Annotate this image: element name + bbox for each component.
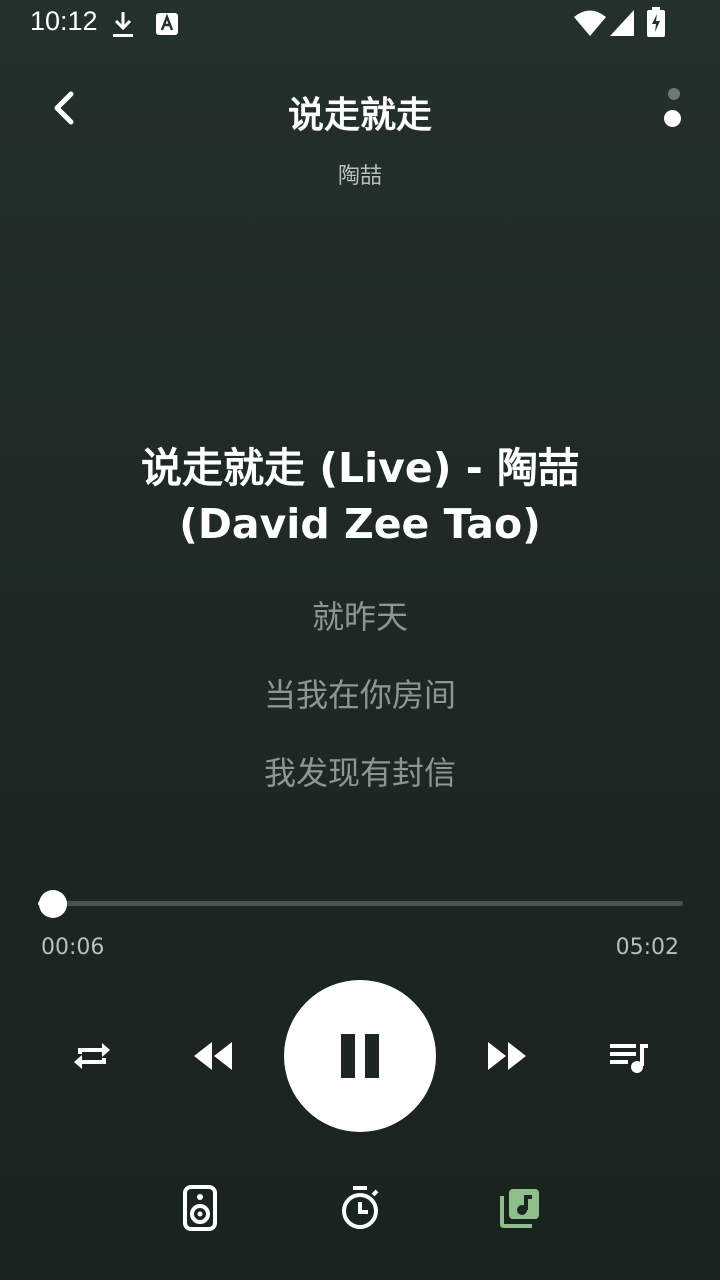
more-options-button[interactable]	[652, 82, 692, 138]
timer-icon	[342, 1186, 379, 1229]
progress-track[interactable]	[38, 901, 683, 906]
status-time: 10:12	[30, 6, 98, 36]
lyrics-title-line2: (David Zee Tao)	[179, 500, 541, 548]
battery-charging-icon	[647, 7, 665, 37]
pause-bar-left	[341, 1034, 355, 1078]
previous-button[interactable]	[192, 1040, 234, 1072]
more-dot	[664, 110, 681, 127]
total-time: 05:02	[615, 935, 679, 960]
pause-bar-right	[365, 1034, 379, 1078]
fast-forward-icon	[488, 1042, 526, 1070]
keyboard-a-icon	[156, 13, 178, 35]
lyric-line: 当我在你房间	[263, 676, 456, 714]
more-dots-icon	[668, 88, 680, 100]
speaker-button[interactable]	[180, 1184, 220, 1232]
repeat-button[interactable]	[70, 1034, 114, 1078]
progress-thumb[interactable]	[39, 890, 67, 918]
music-library-button[interactable]	[498, 1186, 542, 1230]
download-icon	[113, 12, 133, 37]
play-pause-button[interactable]	[284, 980, 436, 1132]
wifi-icon	[574, 10, 606, 36]
repeat-icon	[74, 1043, 110, 1069]
speaker-icon	[183, 1185, 217, 1231]
current-time: 00:06	[41, 935, 105, 960]
playlist-button[interactable]	[606, 1036, 652, 1078]
status-bar: 10:12	[0, 0, 720, 48]
rewind-icon	[194, 1042, 232, 1070]
back-button[interactable]	[38, 84, 90, 136]
lyrics-title-line1: 说走就走 (Live) - 陶喆	[140, 444, 580, 492]
lyric-line: 我发现有封信	[263, 754, 456, 792]
music-library-icon	[500, 1189, 539, 1228]
chevron-left-icon	[54, 91, 74, 125]
lyric-line: 就昨天	[311, 598, 408, 636]
lyrics-song-title: 说走就走 (Live) - 陶喆 (David Zee Tao)	[60, 440, 660, 552]
playlist-icon	[610, 1044, 648, 1073]
artist-name[interactable]: 陶喆	[160, 158, 560, 190]
page-title: 说走就走	[287, 95, 432, 136]
next-button[interactable]	[486, 1040, 528, 1072]
timer-button[interactable]	[338, 1184, 382, 1232]
signal-icon	[610, 10, 634, 36]
